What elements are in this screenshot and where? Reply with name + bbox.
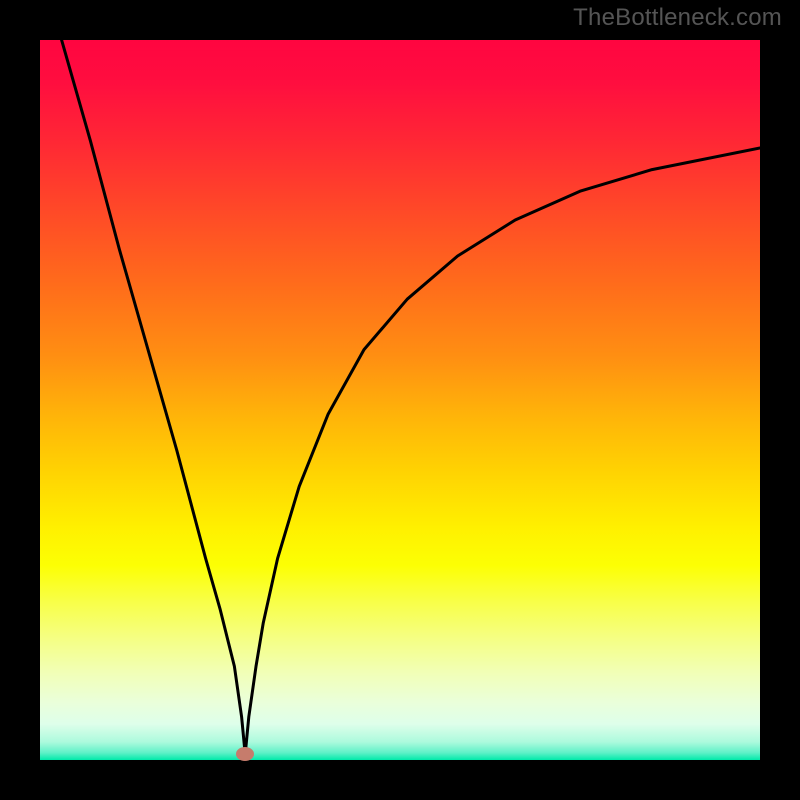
chart-frame: TheBottleneck.com xyxy=(0,0,800,800)
plot-area xyxy=(40,40,760,760)
watermark-text: TheBottleneck.com xyxy=(573,4,782,32)
curve-svg xyxy=(40,40,760,760)
bottleneck-curve-path xyxy=(62,40,760,754)
